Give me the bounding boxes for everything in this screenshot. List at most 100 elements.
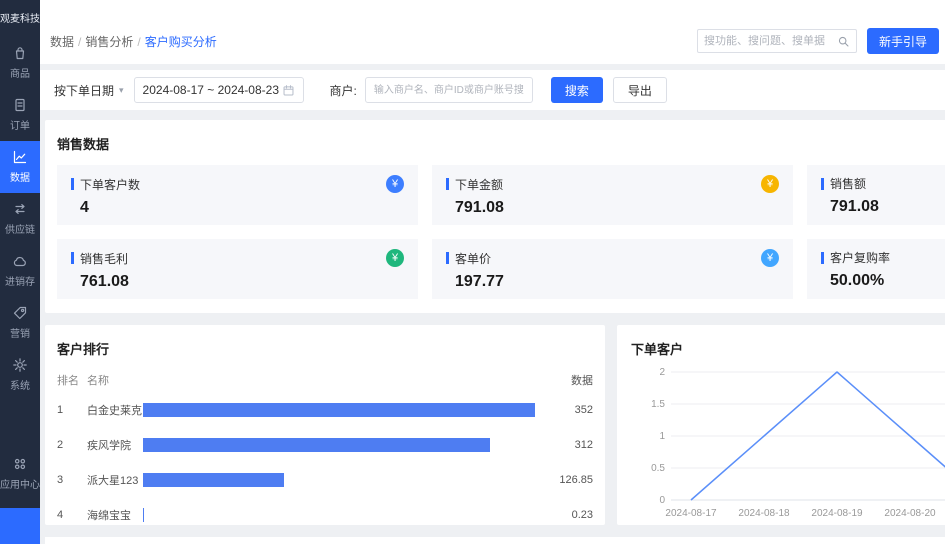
sidebar-item-label: 供应链 bbox=[5, 221, 35, 236]
sidebar-item-label: 系统 bbox=[10, 377, 30, 392]
svg-text:0: 0 bbox=[659, 495, 665, 506]
accent-bar bbox=[821, 178, 824, 190]
stat-grid: 下单客户数¥ 4 下单金额¥ 791.08 销售额 791.08 销售毛利¥ 7… bbox=[57, 165, 945, 299]
stat-label: 销售毛利 bbox=[80, 250, 128, 267]
stat-value: 791.08 bbox=[821, 198, 945, 216]
merchant-search-input[interactable] bbox=[365, 77, 533, 103]
breadcrumb-item[interactable]: 数据 bbox=[50, 35, 74, 49]
rank-bar bbox=[143, 438, 490, 452]
stat-label: 下单金额 bbox=[455, 176, 503, 193]
chevron-down-icon: ▾ bbox=[119, 85, 124, 96]
top-header: 数据/销售分析/客户购买分析 新手引导 bbox=[40, 0, 945, 64]
stat-value: 197.77 bbox=[446, 273, 779, 291]
sidebar-item-orders[interactable]: 订单 bbox=[0, 89, 40, 141]
line-chart-svg: 00.511.522024-08-172024-08-182024-08-192… bbox=[631, 358, 945, 525]
search-button[interactable]: 搜索 bbox=[551, 77, 603, 103]
data-icon bbox=[12, 149, 28, 165]
sidebar-item-marketing[interactable]: 营销 bbox=[0, 297, 40, 349]
inventory-icon bbox=[12, 253, 28, 269]
stat-card: 下单客户数 ¥ 4 bbox=[57, 165, 418, 225]
rank-number: 3 bbox=[57, 474, 87, 486]
stat-label: 下单客户数 bbox=[80, 176, 140, 193]
svg-text:2024-08-20: 2024-08-20 bbox=[884, 508, 936, 519]
sidebar-item-goods[interactable]: 商品 bbox=[0, 37, 40, 89]
accent-bar bbox=[71, 252, 74, 264]
sidebar-item-label: 商品 bbox=[10, 65, 30, 80]
svg-text:2024-08-19: 2024-08-19 bbox=[811, 508, 863, 519]
col-header-rank: 排名 bbox=[57, 372, 87, 388]
svg-text:2024-08-18: 2024-08-18 bbox=[738, 508, 790, 519]
rank-value: 126.85 bbox=[535, 474, 593, 486]
rank-value: 352 bbox=[535, 404, 593, 416]
next-section-partial bbox=[45, 537, 945, 544]
customer-name: 疾风学院 bbox=[87, 437, 143, 453]
stat-label: 客单价 bbox=[455, 250, 491, 267]
calendar-icon bbox=[282, 84, 295, 97]
stat-value: 791.08 bbox=[446, 199, 779, 217]
ranking-row: 2疾风学院 312 bbox=[57, 427, 593, 462]
global-search-input[interactable] bbox=[704, 35, 837, 47]
main-area: 数据/销售分析/客户购买分析 新手引导 按下单日期 ▾ 2024-08-17 ~… bbox=[40, 0, 945, 544]
stat-label: 客户复购率 bbox=[830, 249, 890, 266]
accent-bar bbox=[446, 178, 449, 190]
goods-icon bbox=[12, 45, 28, 61]
export-button[interactable]: 导出 bbox=[613, 77, 667, 103]
ranking-row: 3派大星123126.85 bbox=[57, 462, 593, 497]
sales-section-title: 销售数据 bbox=[57, 134, 945, 153]
sidebar-item-label: 数据 bbox=[10, 169, 30, 184]
breadcrumb: 数据/销售分析/客户购买分析 bbox=[50, 33, 221, 54]
appcenter-icon bbox=[12, 456, 28, 472]
rank-number: 4 bbox=[57, 509, 87, 521]
rank-value: 312 bbox=[535, 439, 593, 451]
yuan-badge-icon: ¥ bbox=[761, 249, 779, 267]
sidebar-item-label: 营销 bbox=[10, 325, 30, 340]
svg-text:0.5: 0.5 bbox=[651, 463, 665, 474]
filter-bar: 按下单日期 ▾ 2024-08-17 ~ 2024-08-23 商户: 搜索 导… bbox=[40, 70, 945, 110]
sidebar: 观麦科技 商品订单数据供应链进销存营销系统 应用中心 bbox=[0, 0, 40, 544]
sidebar-item-system[interactable]: 系统 bbox=[0, 349, 40, 401]
search-icon[interactable] bbox=[837, 35, 850, 48]
sidebar-item-supply[interactable]: 供应链 bbox=[0, 193, 40, 245]
rank-bar bbox=[143, 473, 284, 487]
stat-value: 50.00% bbox=[821, 272, 945, 290]
global-search-box[interactable] bbox=[697, 29, 857, 53]
col-header-value: 数据 bbox=[535, 372, 593, 388]
stat-card: 销售毛利¥ 761.08 bbox=[57, 239, 418, 299]
ranking-title: 客户排行 bbox=[57, 339, 593, 358]
marketing-icon bbox=[12, 305, 28, 321]
accent-bar bbox=[71, 178, 74, 190]
yuan-badge-icon: ¥ bbox=[386, 175, 404, 193]
customer-name: 海绵宝宝 bbox=[87, 507, 143, 523]
system-icon bbox=[12, 357, 28, 373]
rank-value: 0.23 bbox=[535, 509, 593, 521]
accent-bar bbox=[446, 252, 449, 264]
yuan-badge-icon: ¥ bbox=[761, 175, 779, 193]
bottom-row: 客户排行 排名名称数据 1白金史莱克3522疾风学院3123派大星123126.… bbox=[45, 325, 945, 525]
content-area: 销售数据 下单客户数¥ 4 下单金额¥ 791.08 销售额 791.08 销售… bbox=[45, 120, 945, 544]
breadcrumb-separator: / bbox=[78, 35, 81, 49]
app-logo: 观麦科技 bbox=[0, 0, 40, 37]
chart-title: 下单客户 bbox=[631, 339, 945, 358]
rank-bar bbox=[143, 403, 535, 417]
stat-card: 下单金额 ¥ 791.08 bbox=[432, 165, 793, 225]
rank-number: 2 bbox=[57, 439, 87, 451]
guide-button[interactable]: 新手引导 bbox=[867, 28, 939, 54]
date-range-input[interactable]: 2024-08-17 ~ 2024-08-23 bbox=[134, 77, 304, 103]
accent-bar bbox=[821, 252, 824, 264]
stat-value: 4 bbox=[71, 199, 404, 217]
breadcrumb-item[interactable]: 销售分析 bbox=[85, 35, 133, 49]
rank-number: 1 bbox=[57, 404, 87, 416]
customer-ranking-card: 客户排行 排名名称数据 1白金史莱克3522疾风学院3123派大星123126.… bbox=[45, 325, 605, 525]
date-type-select[interactable]: 按下单日期 ▾ bbox=[54, 82, 124, 99]
col-header-name: 名称 bbox=[87, 372, 143, 388]
orders-icon bbox=[12, 97, 28, 113]
ranking-header-row: 排名名称 数据 bbox=[57, 372, 593, 388]
rank-bar bbox=[143, 508, 144, 522]
sidebar-bottom-accent[interactable] bbox=[0, 508, 40, 544]
sidebar-item-inventory[interactable]: 进销存 bbox=[0, 245, 40, 297]
merchant-label: 商户: bbox=[330, 82, 357, 99]
sidebar-item-appcenter[interactable]: 应用中心 bbox=[0, 448, 40, 500]
breadcrumb-separator: / bbox=[137, 35, 140, 49]
sidebar-item-data[interactable]: 数据 bbox=[0, 141, 40, 193]
sidebar-item-label: 应用中心 bbox=[0, 476, 40, 491]
